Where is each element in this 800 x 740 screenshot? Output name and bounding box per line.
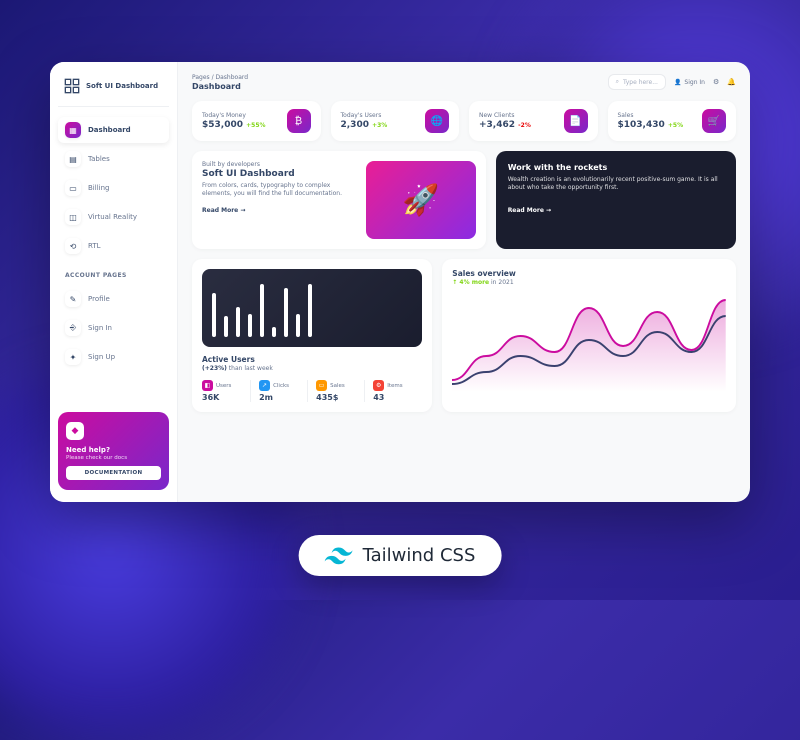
sidebar: Soft UI Dashboard ▦ Dashboard ▤ Tables ▭ Bi…	[50, 62, 178, 502]
brand: Soft UI Dashboard	[58, 74, 169, 107]
money-icon: ₿	[287, 109, 311, 133]
brand-label: Soft UI Dashboard	[86, 82, 158, 90]
stat-users: Today's Users2,300 +3%🌐	[331, 101, 460, 141]
active-users-card: Active Users (+23%) than last week ◧User…	[192, 259, 432, 412]
sidebar-item-dashboard[interactable]: ▦ Dashboard	[58, 117, 169, 143]
cart-icon: 🛒	[702, 109, 726, 133]
sidebar-item-label: Billing	[88, 184, 109, 192]
sidebar-item-label: RTL	[88, 242, 101, 250]
profile-icon: ✎	[65, 291, 81, 307]
settings-icon[interactable]: ⚙	[713, 78, 719, 86]
help-icon: ◆	[66, 422, 84, 440]
vr-icon: ◫	[65, 209, 81, 225]
au-stat: ⚙Items43	[373, 380, 422, 402]
signup-icon: ✦	[65, 349, 81, 365]
au-stat: ◧Users36K	[202, 380, 251, 402]
sidebar-item-signin[interactable]: ⎆ Sign In	[58, 315, 169, 341]
sidebar-item-vr[interactable]: ◫ Virtual Reality	[58, 204, 169, 230]
signin-link[interactable]: 👤Sign In	[674, 79, 705, 86]
account-header: ACCOUNT PAGES	[65, 272, 169, 279]
search-input[interactable]: ⌕Type here...	[608, 74, 666, 90]
sidebar-item-billing[interactable]: ▭ Billing	[58, 175, 169, 201]
tables-icon: ▤	[65, 151, 81, 167]
billing-icon: ▭	[65, 180, 81, 196]
sidebar-item-profile[interactable]: ✎ Profile	[58, 286, 169, 312]
sidebar-item-signup[interactable]: ✦ Sign Up	[58, 344, 169, 370]
main-nav: ▦ Dashboard ▤ Tables ▭ Billing ◫ Virtual Rea…	[58, 117, 169, 370]
readmore-rockets[interactable]: Read More →	[508, 207, 724, 214]
sidebar-item-tables[interactable]: ▤ Tables	[58, 146, 169, 172]
stats-row: Today's Money$53,000 +55%₿ Today's Users…	[192, 101, 736, 141]
rtl-icon: ⟲	[65, 238, 81, 254]
dashboard-icon: ▦	[65, 122, 81, 138]
help-subtitle: Please check our docs	[66, 455, 161, 461]
brand-icon	[64, 78, 80, 94]
sidebar-item-label: Dashboard	[88, 126, 131, 134]
tailwind-icon	[325, 547, 353, 565]
line-chart	[452, 292, 726, 392]
breadcrumb: Pages / Dashboard Dashboard	[192, 74, 248, 91]
sidebar-item-rtl[interactable]: ⟲ RTL	[58, 233, 169, 259]
sidebar-item-label: Sign Up	[88, 353, 115, 361]
sidebar-item-label: Virtual Reality	[88, 213, 137, 221]
intro-card: Built by developers Soft UI Dashboard Fr…	[192, 151, 486, 249]
sidebar-item-label: Sign In	[88, 324, 112, 332]
au-stat: ▭Sales435$	[316, 380, 365, 402]
notifications-icon[interactable]: 🔔	[727, 78, 736, 86]
page-title: Dashboard	[192, 82, 248, 91]
search-icon: ⌕	[616, 78, 619, 86]
topbar: Pages / Dashboard Dashboard ⌕Type here..…	[192, 74, 736, 91]
help-card: ◆ Need help? Please check our docs DOCUM…	[58, 412, 169, 490]
sidebar-item-label: Profile	[88, 295, 110, 303]
bar-chart	[202, 269, 422, 347]
readmore-intro[interactable]: Read More →	[202, 207, 356, 214]
rockets-card: Work with the rockets Wealth creation is…	[496, 151, 736, 249]
tailwind-badge: Tailwind CSS	[299, 535, 502, 576]
stat-sales: Sales$103,430 +5%🛒	[608, 101, 737, 141]
help-title: Need help?	[66, 446, 161, 454]
au-stat: ↗Clicks2m	[259, 380, 308, 402]
signin-icon: ⎆	[65, 320, 81, 336]
app-window: Soft UI Dashboard ▦ Dashboard ▤ Tables ▭ Bi…	[50, 62, 750, 502]
sidebar-item-label: Tables	[88, 155, 110, 163]
stat-clients: New Clients+3,462 -2%📄	[469, 101, 598, 141]
sales-overview-card: Sales overview ↑ 4% more in 2021	[442, 259, 736, 412]
user-icon: 👤	[674, 79, 681, 86]
stat-money: Today's Money$53,000 +55%₿	[192, 101, 321, 141]
rocket-image: 🚀	[366, 161, 476, 239]
documentation-button[interactable]: DOCUMENTATION	[66, 466, 161, 480]
globe-icon: 🌐	[425, 109, 449, 133]
doc-icon: 📄	[564, 109, 588, 133]
main-content: Pages / Dashboard Dashboard ⌕Type here..…	[178, 62, 750, 502]
